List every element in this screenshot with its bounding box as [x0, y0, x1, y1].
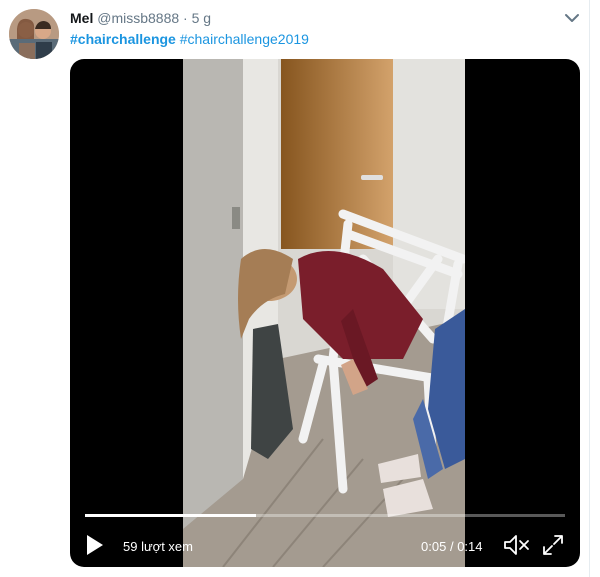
avatar-image: [9, 9, 59, 59]
current-time: 0:05: [421, 539, 447, 554]
hashtag-link[interactable]: #chairchallenge: [70, 31, 176, 47]
tweet-header: Mel @missb8888 · 5 g: [70, 9, 211, 29]
author-name[interactable]: Mel: [70, 10, 93, 26]
video-frame: [183, 59, 465, 567]
time-separator: /: [449, 539, 454, 554]
video-progress-bar[interactable]: [85, 514, 565, 517]
fullscreen-icon[interactable]: [541, 533, 565, 557]
tweet-timestamp[interactable]: 5 g: [192, 10, 211, 26]
play-icon[interactable]: [85, 533, 105, 557]
video-player[interactable]: 59 lượt xem 0:05 / 0:14: [70, 59, 580, 567]
tweet-text: #chairchallenge #chairchallenge2019: [70, 30, 309, 48]
chevron-down-icon[interactable]: [563, 11, 581, 25]
author-handle[interactable]: @missb8888: [97, 10, 179, 26]
hashtag-link[interactable]: #chairchallenge2019: [180, 31, 309, 47]
volume-muted-icon[interactable]: [503, 533, 531, 557]
video-time: 0:05 / 0:14: [421, 539, 483, 554]
video-progress-fill: [85, 514, 257, 517]
avatar[interactable]: [9, 9, 59, 59]
meta-separator: ·: [183, 10, 188, 26]
view-count: 59 lượt xem: [123, 539, 193, 554]
duration: 0:14: [457, 539, 483, 554]
timeline-border: [589, 0, 600, 577]
